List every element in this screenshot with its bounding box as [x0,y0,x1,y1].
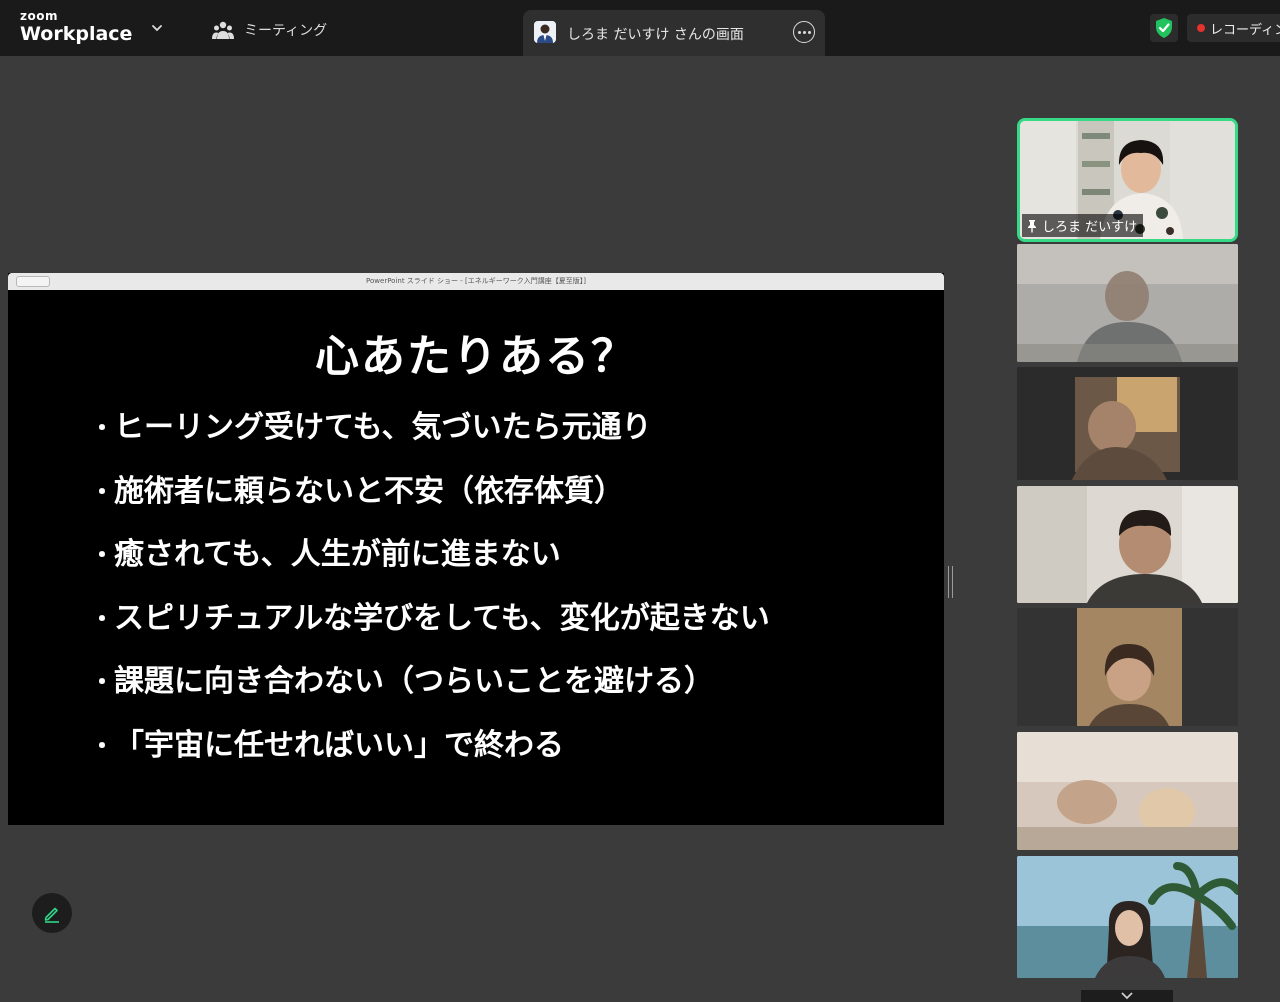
recording-indicator[interactable]: レコーディング [1187,14,1280,42]
bullet-mark: ・ [90,477,114,506]
meeting-label: ミーティング [244,23,328,39]
bullet-text: 「宇宙に任せればいい」で終わる [114,727,564,763]
bullet-mark: ・ [90,668,114,696]
ellipsis-icon [797,30,801,34]
annotate-button[interactable] [32,893,72,933]
video-frame [1017,608,1238,726]
participant-video[interactable] [1017,367,1238,480]
recording-dot-icon [1197,24,1205,32]
bullet-item: ・課題に向き合わない（つらいことを避ける） [90,662,770,726]
more-options-button[interactable] [793,21,815,43]
chevron-down-icon[interactable] [150,21,164,35]
logo-big-text: Workplace [20,23,133,45]
share-tab-label: しろま だいすけ さんの画面 [567,27,744,43]
bullet-text: 施術者に頼らないと不安（依存体質） [114,473,624,509]
active-speaker-video[interactable]: しろま だいすけ [1017,118,1238,242]
chevron-down-icon [1121,992,1133,1000]
logo-small-text: zoom [20,9,58,23]
bullet-mark: ・ [90,604,114,633]
bullet-mark: ・ [90,541,114,569]
bullet-text: 癒されても、人生が前に進まない [114,537,561,572]
participant-name-tag: しろま だいすけ [1022,214,1144,237]
bullet-text: 課題に向き合わない（つらいことを避ける） [114,664,714,699]
window-title: PowerPoint スライド ショー - [エネルギーワーク入門講座【夏至版】… [366,277,586,285]
bullet-mark: ・ [90,414,114,442]
bullet-text: スピリチュアルな学びをしても、変化が起きない [114,600,770,636]
bullet-item: ・「宇宙に任せればいい」で終わる [90,726,770,790]
screen-share-tab[interactable]: しろま だいすけ さんの画面 [523,10,825,56]
bullet-text: ヒーリング受けても、気づいたら元通り [114,410,652,445]
shield-check-icon [1156,18,1172,38]
participant-name: しろま だいすけ [1042,220,1138,235]
window-titlebar: PowerPoint スライド ショー - [エネルギーワーク入門講座【夏至版】… [8,273,944,290]
bullet-list: ・ヒーリング受けても、気づいたら元通り ・施術者に頼らないと不安（依存体質） ・… [90,408,770,789]
pencil-icon [44,907,59,923]
video-frame [1017,367,1238,480]
shared-screen: PowerPoint スライド ショー - [エネルギーワーク入門講座【夏至版】… [8,273,944,825]
participants-icon [212,21,234,39]
zoom-workplace-logo[interactable]: zoom Workplace [20,9,133,46]
security-button[interactable] [1150,14,1178,42]
slide-title: 心あたりある？ [315,331,637,382]
participant-video[interactable] [1017,856,1238,978]
collapse-gallery-button[interactable] [1081,990,1173,1002]
video-frame [1017,856,1238,978]
bullet-item: ・施術者に頼らないと不安（依存体質） [90,472,770,536]
meeting-menu-button[interactable]: ミーティング [212,20,327,40]
participant-video[interactable] [1017,486,1238,603]
video-frame [1017,486,1238,603]
recording-label: レコーディング [1210,22,1280,38]
bullet-mark: ・ [90,731,114,760]
top-toolbar: zoom Workplace ミーティング しろま だいすけ さんの画面 レコー… [0,0,1280,56]
slide: 心あたりある？ ・ヒーリング受けても、気づいたら元通り ・施術者に頼らないと不安… [8,290,944,825]
bullet-item: ・癒されても、人生が前に進まない [90,535,770,599]
video-frame [1017,732,1238,850]
bullet-item: ・スピリチュアルな学びをしても、変化が起きない [90,599,770,663]
avatar [534,21,556,43]
participant-video[interactable] [1017,608,1238,726]
participant-video[interactable] [1017,244,1238,362]
video-frame [1017,244,1238,362]
participant-video[interactable] [1017,732,1238,850]
panel-resize-handle[interactable] [948,566,953,598]
bullet-item: ・ヒーリング受けても、気づいたら元通り [90,408,770,472]
pin-icon [1028,219,1036,232]
